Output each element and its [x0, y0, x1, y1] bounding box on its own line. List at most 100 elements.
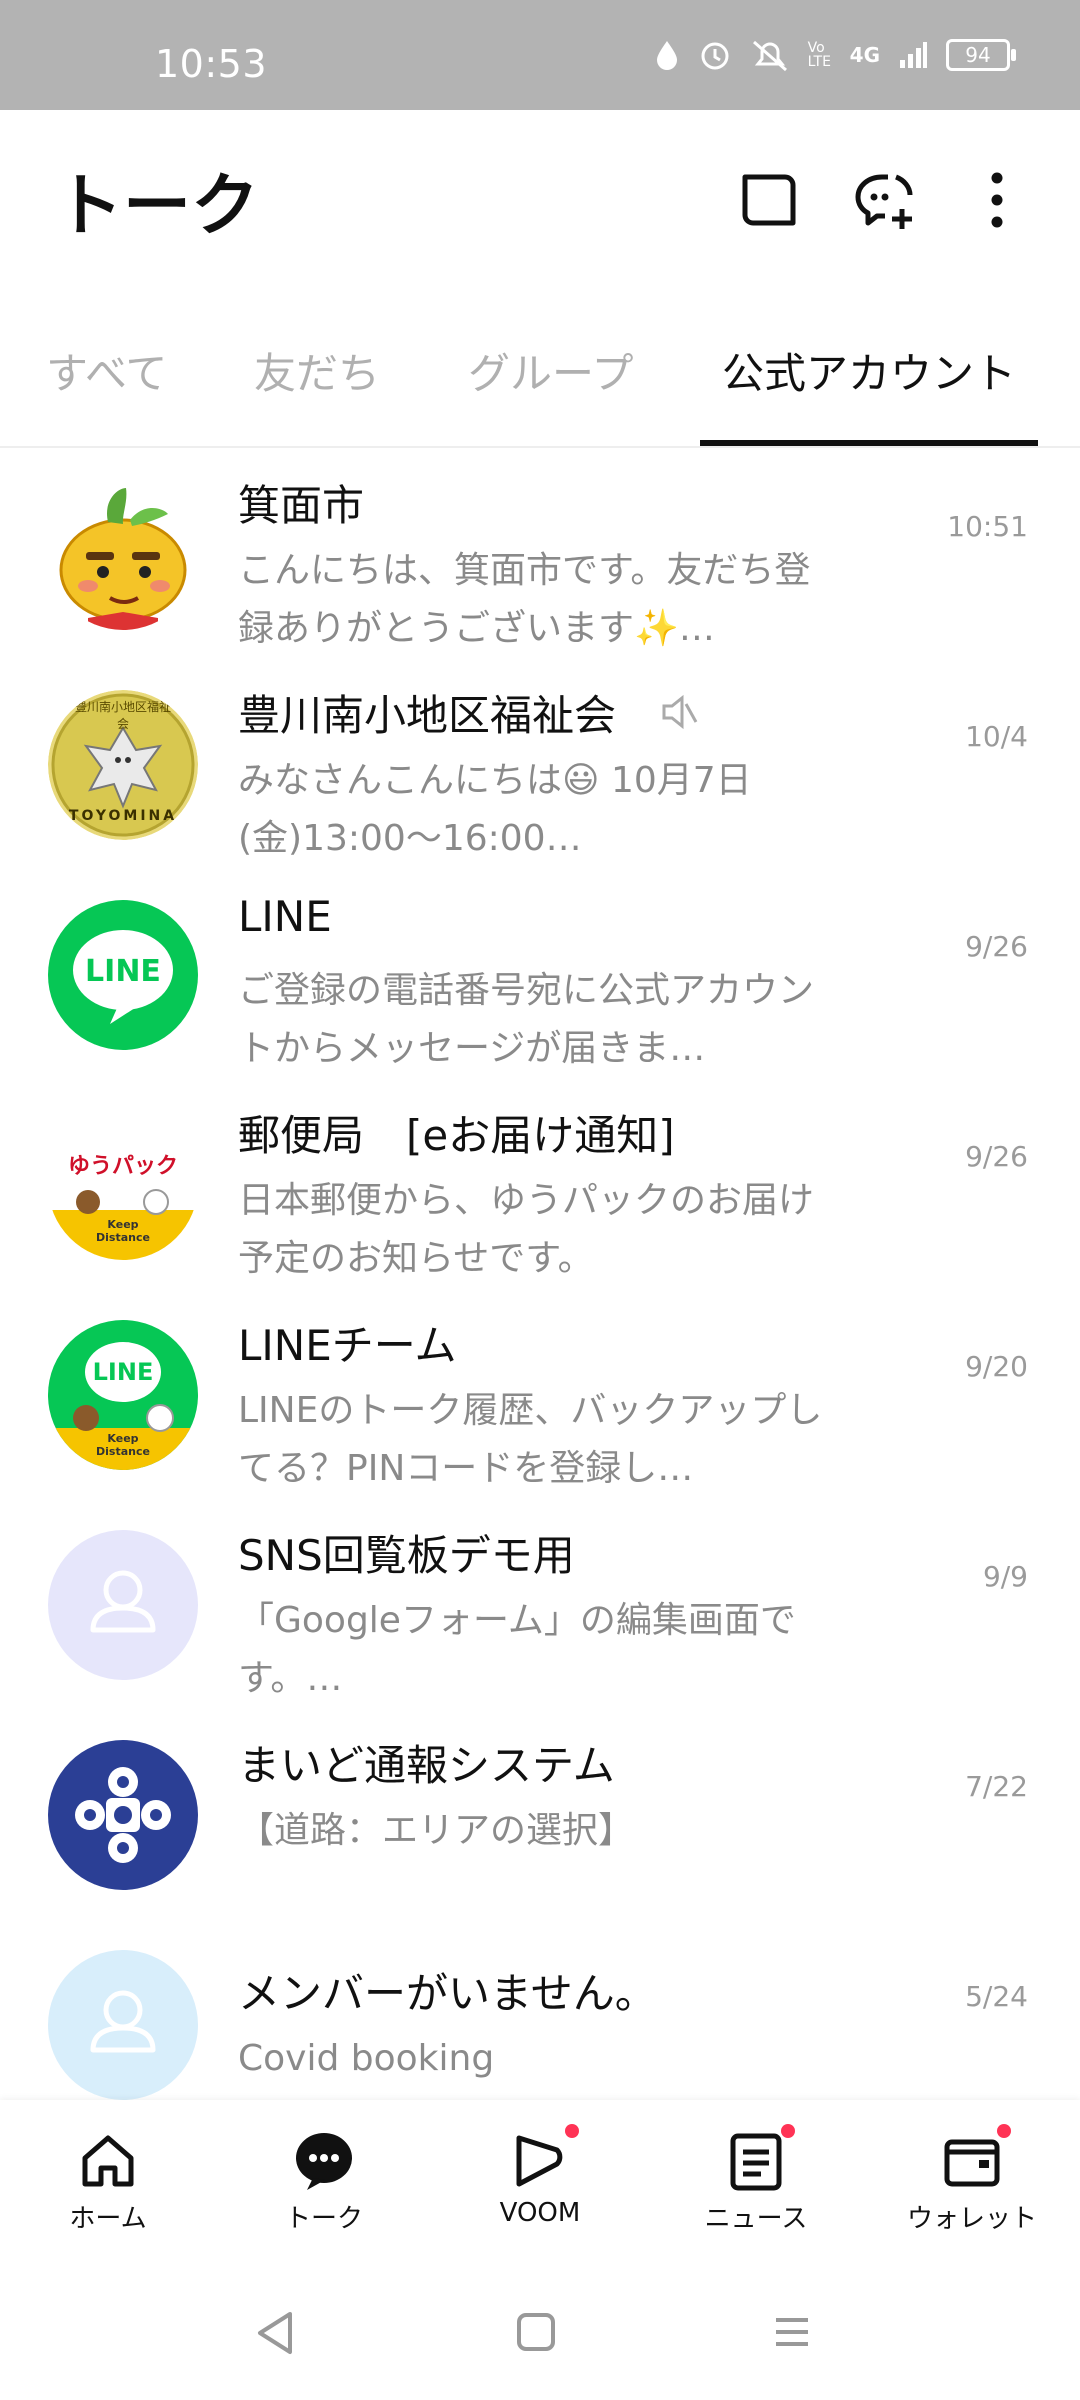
default-user-icon: [90, 1570, 156, 1633]
back-triangle-icon[interactable]: [252, 2308, 296, 2358]
chat-date: 9/26: [965, 1140, 1028, 1173]
nav-label: トーク: [284, 2204, 363, 2234]
wallet-icon: [944, 2139, 1000, 2187]
tab-official-accounts[interactable]: 公式アカウント: [722, 340, 1016, 440]
active-tab-indicator: [700, 440, 1038, 446]
chat-message: 日本郵便から、ゆうパックのお届け予定のお知らせです。: [238, 1180, 815, 1279]
battery-icon: 94: [946, 39, 1016, 71]
chat-message: 【道路：エリアの選択】: [238, 1810, 635, 1851]
chat-row-no-members[interactable]: メンバーがいません。 Covid booking 5/24: [0, 1920, 1080, 2100]
avatar: ゆうパック Keep Distance: [48, 1110, 198, 1260]
chat-message: ご登録の電話番号宛に公式アカウントからメッセージが届きま…: [238, 970, 815, 1069]
chat-date: 9/9: [982, 1560, 1028, 1593]
line-logo-text: LINE: [85, 954, 161, 989]
avatar: [48, 1950, 198, 2100]
chat-date: 10/4: [965, 720, 1028, 753]
recents-menu-icon[interactable]: [770, 2310, 814, 2354]
drop-icon: [656, 41, 677, 70]
chat-name: メンバーがいません。: [238, 1969, 657, 2018]
chat-row-line-team[interactable]: LINE Keep Distance LINEチーム LINEのトーク履歴、バッ…: [0, 1290, 1080, 1500]
badge-text-bottom: TOYOMINA: [68, 808, 178, 824]
battery-level: 94: [965, 43, 991, 67]
chat-row-sns-demo[interactable]: SNS回覧板デモ用 「Googleフォーム」の編集画面です。… 9/9: [0, 1500, 1080, 1710]
tab-all[interactable]: すべて: [46, 340, 167, 440]
minoh-mascot-icon: [48, 480, 198, 630]
chat-date: 9/20: [965, 1350, 1028, 1383]
osaka-emblem-icon: [75, 1767, 171, 1863]
status-time: 10:53: [155, 42, 268, 86]
notification-dot: [997, 2124, 1011, 2138]
nav-home[interactable]: ホーム: [0, 2128, 216, 2235]
chat-row-toyomina[interactable]: 豊川南小地区福祉会 TOYOMINA 豊川南小地区福祉会 みなさんこんにちは😃 …: [0, 660, 1080, 870]
page-title: トーク: [55, 167, 260, 246]
system-navigation-bar: [0, 2270, 1080, 2400]
avatar: LINE Keep Distance: [48, 1320, 198, 1470]
nav-label: ニュース: [704, 2204, 808, 2234]
chat-list: 箕面市 こんにちは、箕面市です。友だち登録ありがとうございます✨… 10:51 …: [0, 450, 1080, 2100]
tab-friends[interactable]: 友だち: [254, 340, 380, 440]
chat-message: Covid booking: [238, 2038, 495, 2079]
open-chat-button[interactable]: [733, 165, 803, 235]
bottom-navigation: ホーム トーク VOOM ニュース ウォレット: [0, 2100, 1080, 2270]
line-logo-text: LINE: [92, 1358, 154, 1386]
square-chat-icon: [742, 174, 796, 226]
nav-label: ホーム: [69, 2204, 147, 2234]
nav-label: VOOM: [499, 2198, 581, 2228]
signal-icon: [900, 42, 927, 68]
notification-dot: [565, 2124, 579, 2138]
nav-label: ウォレット: [906, 2204, 1037, 2234]
more-options-button[interactable]: [962, 165, 1032, 235]
chat-name: LINEチーム: [238, 1321, 457, 1370]
mute-icon: [662, 694, 698, 730]
chat-message: 「Googleフォーム」の編集画面です。…: [238, 1600, 796, 1699]
default-user-icon: [90, 1990, 156, 2053]
chat-name: 箕面市: [238, 481, 365, 530]
chat-filter-tabs: すべて 友だち グループ 公式アカウント: [0, 300, 1080, 448]
chat-date: 9/26: [965, 930, 1028, 963]
new-chat-button[interactable]: [850, 165, 920, 235]
home-icon: [82, 2135, 134, 2187]
volte-label: Vo LTE: [807, 40, 831, 70]
alarm-icon: [701, 42, 729, 70]
bell-off-icon: [752, 40, 787, 72]
nav-talk[interactable]: トーク: [216, 2128, 432, 2235]
chat-name: まいど通報システム: [238, 1741, 615, 1790]
avatar: LINE: [48, 900, 198, 1050]
tab-groups[interactable]: グループ: [468, 340, 633, 440]
header: トーク: [0, 110, 1080, 270]
network-label: 4G: [849, 43, 880, 67]
chat-row-japan-post[interactable]: ゆうパック Keep Distance 郵便局 [eお届け通知] 日本郵便から、…: [0, 1080, 1080, 1290]
chat-name: 郵便局 [eお届け通知]: [238, 1111, 675, 1160]
avatar: [48, 1530, 198, 1680]
nav-voom[interactable]: VOOM: [432, 2124, 648, 2228]
home-square-icon[interactable]: [514, 2310, 558, 2354]
status-icons: Vo LTE 4G 94: [654, 38, 1016, 72]
yupack-logo-text: ゆうパック: [67, 1154, 178, 1179]
avatar: 豊川南小地区福祉会 TOYOMINA: [48, 690, 198, 840]
chat-row-line[interactable]: LINE LINE ご登録の電話番号宛に公式アカウントからメッセージが届きま… …: [0, 870, 1080, 1080]
voom-icon: [516, 2135, 563, 2187]
chat-name: SNS回覧板デモ用: [238, 1531, 575, 1580]
chat-row-maido[interactable]: まいど通報システム 【道路：エリアの選択】 7/22: [0, 1710, 1080, 1920]
chat-date: 7/22: [965, 1770, 1028, 1803]
chat-plus-icon: [855, 174, 913, 229]
more-vertical-icon: [991, 172, 1003, 228]
status-bar: 10:53 Vo LTE 4G 94: [0, 0, 1080, 110]
keep-distance-text: Keep Distance: [96, 1432, 150, 1458]
nav-wallet[interactable]: ウォレット: [864, 2124, 1080, 2235]
nav-news[interactable]: ニュース: [648, 2124, 864, 2235]
chat-date: 5/24: [965, 1980, 1028, 2013]
notification-dot: [781, 2124, 795, 2138]
chat-message: こんにちは、箕面市です。友だち登録ありがとうございます✨…: [238, 550, 811, 649]
news-icon: [730, 2133, 782, 2191]
chat-date: 10:51: [947, 510, 1028, 543]
chat-name: 豊川南小地区福祉会: [238, 691, 617, 740]
chat-row-minoh[interactable]: 箕面市 こんにちは、箕面市です。友だち登録ありがとうございます✨… 10:51: [0, 450, 1080, 660]
chat-message: みなさんこんにちは😃 10月7日(金)13:00〜16:00…: [238, 760, 752, 859]
badge-text-top: 豊川南小地区福祉会: [74, 700, 171, 731]
chat-icon: [296, 2133, 352, 2190]
chat-name: LINE: [238, 892, 332, 941]
chat-message: LINEのトーク履歴、バックアップしてる？PINコードを登録し…: [238, 1390, 823, 1489]
keep-distance-text: Keep Distance: [96, 1218, 150, 1244]
avatar: [48, 480, 198, 630]
